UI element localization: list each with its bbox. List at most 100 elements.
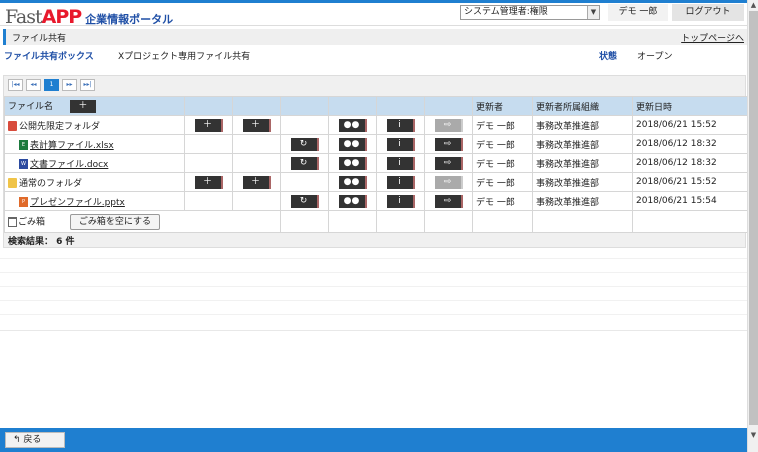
info-icon: i — [398, 138, 401, 149]
add-subfolder-button[interactable]: ＋ — [242, 118, 271, 132]
col-blank-2 — [232, 96, 281, 116]
header-accent-line — [0, 0, 747, 3]
add-file-to-folder-button[interactable]: ＋ — [194, 118, 223, 132]
top-page-link[interactable]: トップページへ — [681, 31, 744, 44]
move-button[interactable]: ⇨ — [434, 194, 463, 208]
action-cell: i — [376, 172, 425, 192]
logout-button[interactable]: ログアウト — [672, 4, 744, 21]
role-select[interactable]: システム管理者:権限 ▼ — [460, 5, 600, 20]
add-file-button[interactable]: ＋ — [69, 100, 96, 113]
action-cell: ⇨ — [424, 153, 473, 173]
pager-prev-button[interactable]: ◂◂ — [26, 79, 41, 91]
table-row: 公開先限定フォルダ ＋ ＋ ●● i ⇨ デモ 一郎 事務改革推進部 2018/… — [4, 115, 747, 135]
divider — [0, 258, 747, 259]
update-file-button[interactable]: ↻ — [290, 156, 319, 170]
vertical-scrollbar[interactable]: ▲ ▼ — [747, 0, 758, 452]
file-name[interactable]: 公開先限定フォルダ — [19, 122, 100, 132]
restricted-folder-icon — [8, 121, 17, 131]
col-blank-3 — [280, 96, 329, 116]
col-blank-1 — [184, 96, 233, 116]
trash-blank — [472, 210, 533, 233]
action-cell: i — [376, 115, 425, 135]
back-arrow-icon: ↰ — [13, 435, 24, 445]
share-members-button[interactable]: ●● — [338, 118, 367, 132]
action-cell: ●● — [328, 172, 377, 192]
scroll-up-icon[interactable]: ▲ — [748, 0, 758, 11]
refresh-icon: ↻ — [299, 195, 308, 206]
users-icon: ●● — [343, 138, 360, 149]
action-cell-empty — [280, 115, 329, 135]
move-button: ⇨ — [434, 175, 463, 189]
col-org-header: 更新者所属組織 — [532, 96, 633, 116]
move-icon: ⇨ — [443, 138, 452, 149]
header: Fast APP 企業情報ポータル システム管理者:権限 ▼ デモ 一郎 ログア… — [0, 0, 747, 28]
col-blank-4 — [328, 96, 377, 116]
org-cell: 事務改革推進部 — [532, 134, 633, 154]
app-logo[interactable]: Fast APP 企業情報ポータル — [5, 6, 173, 28]
box-value: Xプロジェクト専用ファイル共有 — [118, 52, 251, 62]
divider — [0, 300, 747, 301]
share-members-button[interactable]: ●● — [338, 175, 367, 189]
file-panel: |◂◂ ◂◂ 1 ▸▸ ▸▸| ファイル名 ＋ 更新者 更新者所属組織 更新日時… — [3, 75, 747, 248]
scroll-thumb[interactable] — [749, 11, 758, 425]
scroll-down-icon[interactable]: ▼ — [748, 430, 758, 441]
file-name[interactable]: 通常のフォルダ — [19, 179, 82, 189]
add-file-icon: ＋ — [202, 119, 212, 130]
users-icon: ●● — [343, 157, 360, 168]
info-button[interactable]: i — [386, 156, 415, 170]
pager-current-page[interactable]: 1 — [44, 79, 59, 91]
action-cell: ●● — [328, 191, 377, 211]
action-cell-empty — [232, 134, 281, 154]
trash-label[interactable]: ごみ箱 — [18, 217, 45, 227]
file-name[interactable]: 文書ファイル.docx — [30, 160, 108, 170]
info-button[interactable]: i — [386, 175, 415, 189]
table-row: W 文書ファイル.docx ↻ ●● i ⇨ デモ 一郎 事務改革推進部 2018… — [4, 153, 747, 173]
move-button[interactable]: ⇨ — [434, 156, 463, 170]
file-name[interactable]: 表計算ファイル.xlsx — [30, 141, 114, 151]
move-button[interactable]: ⇨ — [434, 137, 463, 151]
action-cell: ⇨ — [424, 134, 473, 154]
org-cell: 事務改革推進部 — [532, 153, 633, 173]
col-updater-header: 更新者 — [472, 96, 533, 116]
empty-trash-button[interactable]: ごみ箱を空にする — [69, 213, 160, 230]
action-cell-empty — [232, 191, 281, 211]
add-file-to-folder-button[interactable]: ＋ — [194, 175, 223, 189]
info-icon: i — [398, 195, 401, 206]
action-cell: ＋ — [232, 172, 281, 192]
action-cell: ●● — [328, 134, 377, 154]
move-icon: ⇨ — [443, 195, 452, 206]
folder-icon — [8, 178, 17, 188]
updater-cell: デモ 一郎 — [472, 115, 533, 135]
divider — [0, 286, 747, 287]
updater-cell: デモ 一郎 — [472, 153, 533, 173]
users-icon: ●● — [343, 119, 360, 130]
divider — [0, 272, 747, 273]
add-subfolder-button[interactable]: ＋ — [242, 175, 271, 189]
update-file-button[interactable]: ↻ — [290, 137, 319, 151]
pager-last-button[interactable]: ▸▸| — [80, 79, 95, 91]
action-cell: ＋ — [184, 172, 233, 192]
info-button[interactable]: i — [386, 194, 415, 208]
info-button[interactable]: i — [386, 137, 415, 151]
update-file-button[interactable]: ↻ — [290, 194, 319, 208]
file-name-cell: P プレゼンファイル.pptx — [4, 191, 185, 211]
share-members-button[interactable]: ●● — [338, 194, 367, 208]
file-name-cell: W 文書ファイル.docx — [4, 153, 185, 173]
share-members-button[interactable]: ●● — [338, 156, 367, 170]
logo-app: APP — [41, 6, 83, 28]
chevron-down-icon[interactable]: ▼ — [587, 6, 599, 19]
pager-next-button[interactable]: ▸▸ — [62, 79, 77, 91]
share-members-button[interactable]: ●● — [338, 137, 367, 151]
pager-first-button[interactable]: |◂◂ — [8, 79, 23, 91]
footer-bar: ↰ 戻る — [0, 428, 758, 452]
info-button[interactable]: i — [386, 118, 415, 132]
content-area: Fast APP 企業情報ポータル システム管理者:権限 ▼ デモ 一郎 ログア… — [0, 0, 747, 428]
file-name[interactable]: プレゼンファイル.pptx — [30, 198, 125, 208]
date-cell: 2018/06/12 18:32 — [632, 153, 747, 173]
box-label: ファイル共有ボックス — [4, 52, 94, 62]
trash-row: ごみ箱 ごみ箱を空にする — [4, 210, 747, 233]
divider — [0, 330, 747, 331]
updater-cell: デモ 一郎 — [472, 191, 533, 211]
back-button[interactable]: ↰ 戻る — [5, 432, 65, 448]
user-name: デモ 一郎 — [608, 4, 668, 21]
